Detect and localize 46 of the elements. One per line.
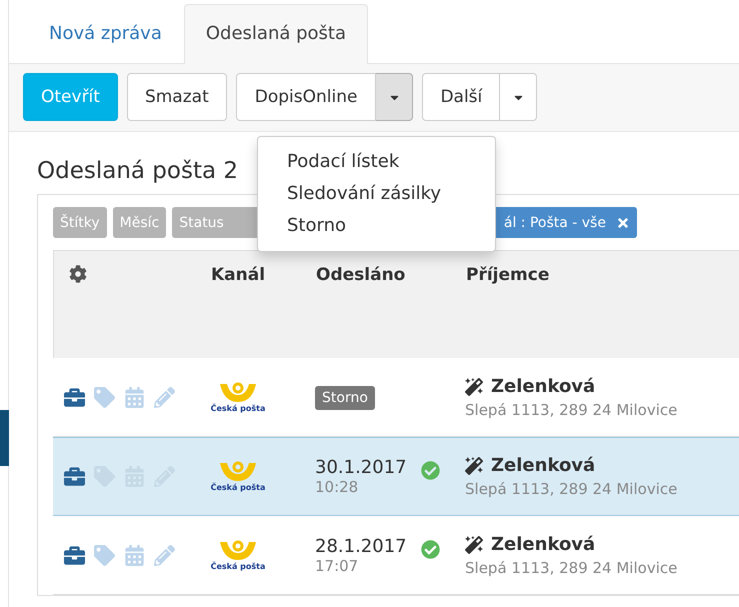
- pencil-icon: [154, 545, 175, 566]
- recipient-name: Zelenková: [491, 376, 596, 397]
- sent-date: 30.1.2017: [315, 457, 407, 478]
- calendar-icon: [124, 387, 145, 408]
- logo-text: Česká pošta: [210, 483, 266, 492]
- wand-icon: [465, 536, 483, 554]
- calendar-icon: [124, 545, 145, 566]
- status-label: Storno: [315, 386, 375, 410]
- recipient-address: Slepá 1113, 289 24 Milovice: [465, 480, 678, 498]
- briefcase-icon: [64, 466, 85, 487]
- sent-time: 10:28: [315, 478, 360, 496]
- sent-time: 17:07: [315, 557, 360, 575]
- dopisonline-button[interactable]: DopisOnline: [236, 73, 376, 121]
- column-header: Příjemce: [466, 265, 550, 287]
- delete-button[interactable]: Smazat: [126, 73, 227, 121]
- tab[interactable]: Odeslaná pošta: [184, 4, 368, 64]
- more-button[interactable]: Další: [422, 73, 500, 121]
- wand-icon: [465, 456, 483, 474]
- sent-date: 28.1.2017: [315, 536, 407, 557]
- recipient-name: Zelenková: [491, 455, 596, 476]
- menu-item[interactable]: Sledování zásilky: [258, 178, 495, 210]
- tab[interactable]: Nová zpráva: [27, 4, 184, 64]
- tag-icon: [94, 545, 115, 566]
- settings-icon: [69, 265, 87, 283]
- tag-icon: [94, 387, 115, 408]
- wand-icon: [465, 378, 483, 396]
- horn-logo-icon: [218, 461, 258, 483]
- logo-text: Česká pošta: [210, 404, 266, 413]
- page-title: Odeslaná pošta 2: [37, 158, 238, 184]
- column-header: Kanál: [211, 265, 266, 287]
- logo-text: Česká pošta: [210, 562, 266, 571]
- menu-item[interactable]: Podací lístek: [258, 146, 495, 178]
- horn-logo-icon: [218, 382, 258, 404]
- sidebar-marker: [0, 410, 9, 466]
- column-header: Odesláno: [316, 265, 406, 287]
- pencil-icon: [154, 387, 175, 408]
- dropdown-toggle[interactable]: [376, 73, 414, 121]
- recipient-name: Zelenková: [491, 534, 596, 555]
- message-row[interactable]: Česká pošta 30.1.2017 10:28 Zelenková Slepá 1113, 289 24 Milovice: [53, 437, 739, 516]
- recipient-address: Slepá 1113, 289 24 Milovice: [465, 559, 678, 577]
- briefcase-icon: [64, 387, 85, 408]
- horn-logo-icon: [218, 540, 258, 562]
- close-icon: [616, 216, 630, 230]
- dropdown-toggle[interactable]: [500, 73, 538, 121]
- recipient-address: Slepá 1113, 289 24 Milovice: [465, 401, 678, 419]
- briefcase-icon: [64, 545, 85, 566]
